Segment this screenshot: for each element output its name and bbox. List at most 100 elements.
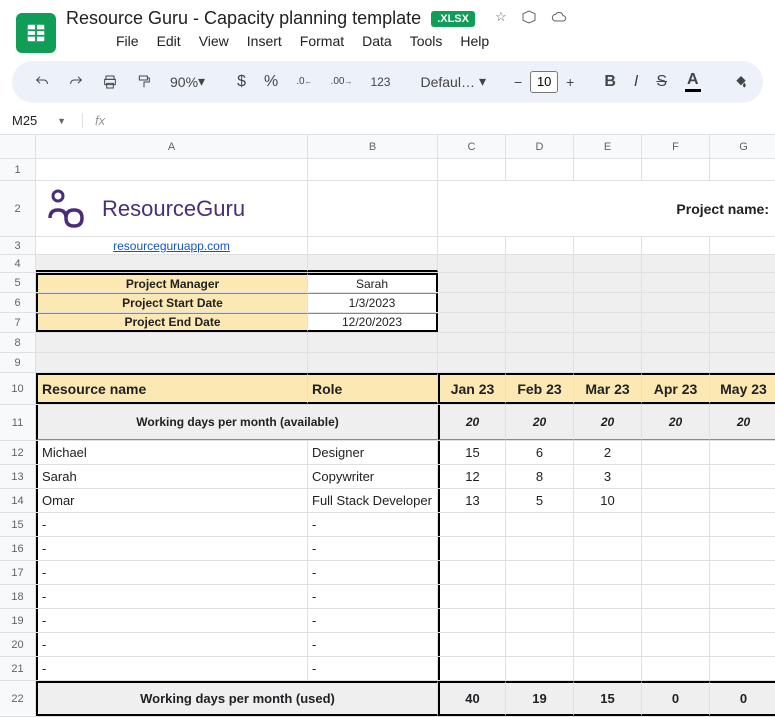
resource-val[interactable]: 10 [574, 489, 642, 512]
start-value[interactable]: 1/3/2023 [308, 293, 438, 312]
resource-val[interactable] [506, 609, 574, 632]
cell[interactable] [710, 273, 775, 292]
used-val[interactable]: 15 [574, 681, 642, 716]
star-icon[interactable]: ☆ [495, 9, 507, 28]
menu-insert[interactable]: Insert [247, 33, 282, 49]
row-header-8[interactable]: 8 [0, 333, 36, 353]
cell[interactable] [642, 353, 710, 372]
cell[interactable] [574, 353, 642, 372]
resource-role[interactable]: - [308, 633, 438, 656]
row-header-6[interactable]: 6 [0, 293, 36, 313]
resource-role[interactable]: - [308, 513, 438, 536]
available-val[interactable]: 20 [642, 405, 710, 440]
resource-val[interactable] [574, 513, 642, 536]
resource-val[interactable] [710, 489, 775, 512]
resource-val[interactable] [438, 537, 506, 560]
cell[interactable] [710, 237, 775, 254]
cell[interactable] [710, 333, 775, 352]
brand-link[interactable]: resourceguruapp.com [36, 237, 308, 254]
strike-button[interactable]: S [650, 69, 673, 95]
cell[interactable] [574, 313, 642, 332]
cell[interactable] [506, 159, 574, 180]
decrease-decimal-button[interactable]: .0← [290, 72, 318, 91]
resource-val[interactable] [574, 561, 642, 584]
cell[interactable] [642, 313, 710, 332]
col-header-F[interactable]: F [642, 135, 710, 159]
menu-file[interactable]: File [116, 33, 139, 49]
currency-button[interactable]: $ [231, 69, 252, 95]
end-value[interactable]: 12/20/2023 [308, 313, 438, 332]
col-header-B[interactable]: B [308, 135, 438, 159]
used-val[interactable]: 40 [438, 681, 506, 716]
redo-icon[interactable] [62, 70, 90, 94]
bold-button[interactable]: B [598, 69, 622, 95]
col-header-E[interactable]: E [574, 135, 642, 159]
used-val[interactable]: 0 [710, 681, 775, 716]
resource-val[interactable] [710, 585, 775, 608]
resource-name[interactable]: - [36, 609, 308, 632]
available-val[interactable]: 20 [710, 405, 775, 440]
row-header-9[interactable]: 9 [0, 353, 36, 373]
menu-view[interactable]: View [199, 33, 229, 49]
cloud-icon[interactable] [551, 9, 567, 28]
used-val[interactable]: 0 [642, 681, 710, 716]
row-header-17[interactable]: 17 [0, 561, 36, 585]
resource-role[interactable]: Copywriter [308, 465, 438, 488]
resource-val[interactable] [438, 633, 506, 656]
cell[interactable] [710, 353, 775, 372]
resource-val[interactable]: 6 [506, 441, 574, 464]
resource-val[interactable]: 12 [438, 465, 506, 488]
pm-value[interactable]: Sarah [308, 273, 438, 292]
font-select[interactable]: Defaul… ▾ [416, 71, 490, 92]
cell[interactable] [574, 255, 642, 272]
col-header-A[interactable]: A [36, 135, 308, 159]
resource-role[interactable]: - [308, 657, 438, 680]
resource-val[interactable] [438, 585, 506, 608]
resource-role[interactable]: - [308, 585, 438, 608]
paint-format-icon[interactable] [130, 70, 158, 94]
row-header-10[interactable]: 10 [0, 373, 36, 405]
cell[interactable] [308, 181, 438, 236]
cell[interactable] [642, 293, 710, 312]
row-header-19[interactable]: 19 [0, 609, 36, 633]
resource-val[interactable] [506, 561, 574, 584]
textcolor-button[interactable]: A [679, 67, 707, 96]
available-val[interactable]: 20 [438, 405, 506, 440]
resource-val[interactable] [506, 513, 574, 536]
resource-name[interactable]: - [36, 513, 308, 536]
resource-name[interactable]: - [36, 561, 308, 584]
row-header-20[interactable]: 20 [0, 633, 36, 657]
resource-val[interactable] [710, 537, 775, 560]
row-header-13[interactable]: 13 [0, 465, 36, 489]
menu-edit[interactable]: Edit [157, 33, 181, 49]
resource-val[interactable] [710, 633, 775, 656]
resource-val[interactable] [574, 537, 642, 560]
cell[interactable] [710, 159, 775, 180]
cell[interactable] [36, 353, 308, 372]
fillcolor-button[interactable] [727, 70, 755, 94]
col-header-D[interactable]: D [506, 135, 574, 159]
resource-val[interactable] [438, 561, 506, 584]
resource-name[interactable]: - [36, 585, 308, 608]
cell[interactable] [642, 237, 710, 254]
resource-role[interactable]: Full Stack Developer [308, 489, 438, 512]
available-val[interactable]: 20 [506, 405, 574, 440]
resource-role[interactable]: - [308, 561, 438, 584]
available-val[interactable]: 20 [574, 405, 642, 440]
resource-name[interactable]: - [36, 537, 308, 560]
resource-val[interactable] [710, 513, 775, 536]
cell[interactable] [36, 333, 308, 352]
row-header-14[interactable]: 14 [0, 489, 36, 513]
cell[interactable] [574, 237, 642, 254]
cell[interactable] [36, 255, 308, 272]
resource-val[interactable] [642, 561, 710, 584]
cell[interactable] [574, 333, 642, 352]
row-header-11[interactable]: 11 [0, 405, 36, 441]
cell[interactable] [506, 353, 574, 372]
undo-icon[interactable] [28, 70, 56, 94]
cell[interactable] [642, 273, 710, 292]
cell[interactable] [308, 237, 438, 254]
row-header-16[interactable]: 16 [0, 537, 36, 561]
sheets-logo[interactable] [16, 13, 56, 53]
row-header-21[interactable]: 21 [0, 657, 36, 681]
